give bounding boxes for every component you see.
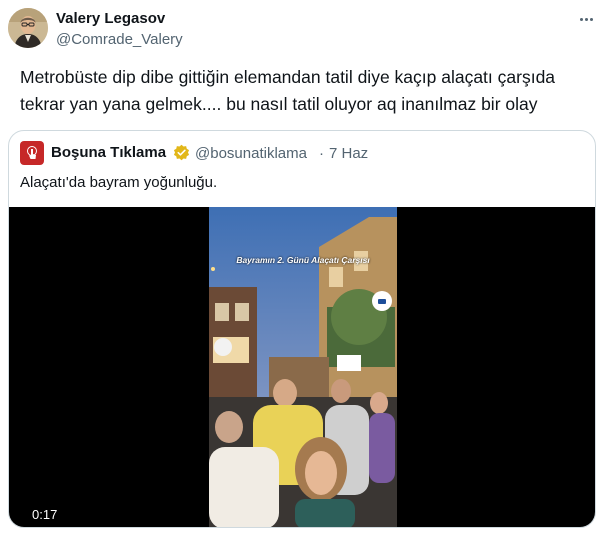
- separator-dot: ·: [319, 145, 324, 162]
- author-handle[interactable]: @Comrade_Valery: [56, 31, 183, 48]
- quoted-author-handle[interactable]: @bosunatiklama: [195, 145, 307, 162]
- tweet[interactable]: Valery Legasov @Comrade_Valery Metrobüst…: [0, 0, 600, 534]
- video-frame: Bayramın 2. Günü Alaçatı Çarşısı: [209, 207, 397, 527]
- quoted-tweet[interactable]: Boşuna Tıklama @bosunatiklama · 7 Haz Al…: [8, 130, 596, 528]
- quoted-author-name[interactable]: Boşuna Tıklama: [51, 144, 166, 161]
- author-portrait-icon: [8, 8, 48, 48]
- quoted-text: Alaçatı'da bayram yoğunluğu.: [20, 174, 218, 191]
- video-player[interactable]: Bayramın 2. Günü Alaçatı Çarşısı 0:17: [9, 207, 595, 527]
- verified-badge-icon: [173, 144, 190, 161]
- pointer-hand-icon: [27, 146, 37, 159]
- more-icon[interactable]: [576, 10, 596, 28]
- author-avatar[interactable]: [8, 8, 48, 48]
- video-caption: Bayramın 2. Günü Alaçatı Çarşısı: [236, 255, 370, 265]
- quoted-avatar[interactable]: [20, 141, 44, 165]
- quoted-timestamp[interactable]: 7 Haz: [329, 145, 368, 162]
- tweet-text: Metrobüste dip dibe gittiğin elemandan t…: [20, 67, 556, 114]
- author-name[interactable]: Valery Legasov: [56, 10, 165, 27]
- flag-badge-icon: [372, 291, 392, 311]
- video-duration: 0:17: [28, 506, 62, 523]
